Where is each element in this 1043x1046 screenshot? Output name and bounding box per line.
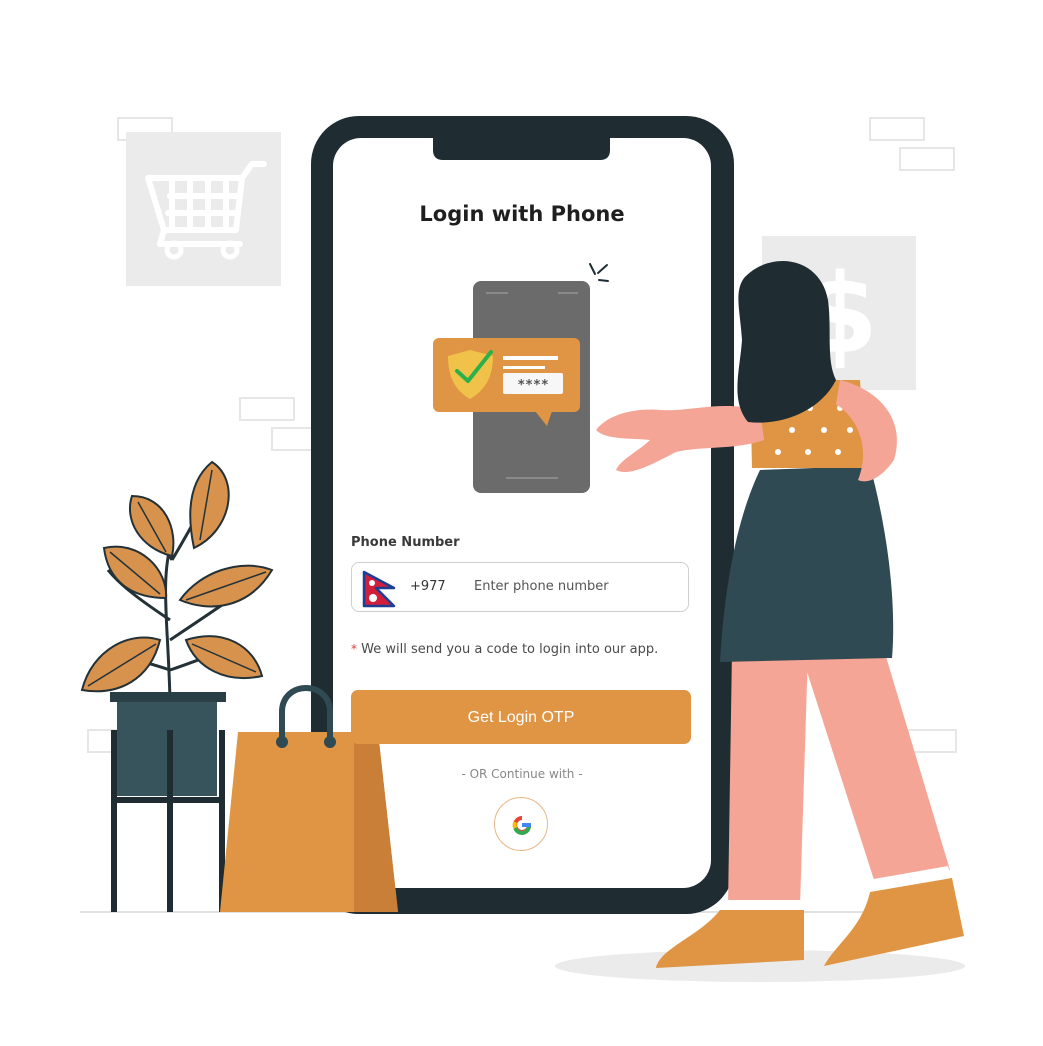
phone-number-field[interactable]: +977 Enter phone number — [351, 562, 689, 612]
page-title: Login with Phone — [419, 202, 625, 226]
google-login-button[interactable] — [494, 797, 548, 851]
get-login-otp-button[interactable]: Get Login OTP — [351, 690, 691, 744]
or-continue-divider: - OR Continue with - — [461, 767, 583, 781]
otp-hint-message: We will send you a code to login into ou… — [361, 642, 659, 657]
required-asterisk: * — [351, 642, 357, 656]
country-code[interactable]: +977 — [410, 579, 446, 594]
phone-number-input[interactable]: Enter phone number — [474, 579, 609, 594]
login-illustration: $ **** Login with Phone Phone Number +97… — [0, 0, 1043, 1042]
phone-number-label: Phone Number — [351, 535, 460, 550]
shopping-cart-icon — [126, 132, 281, 286]
otp-hint-text: * We will send you a code to login into … — [351, 642, 658, 657]
login-screen: Login with Phone Phone Number +977 Enter… — [333, 138, 711, 888]
google-icon — [512, 816, 531, 835]
nepal-flag-icon[interactable] — [362, 570, 398, 608]
